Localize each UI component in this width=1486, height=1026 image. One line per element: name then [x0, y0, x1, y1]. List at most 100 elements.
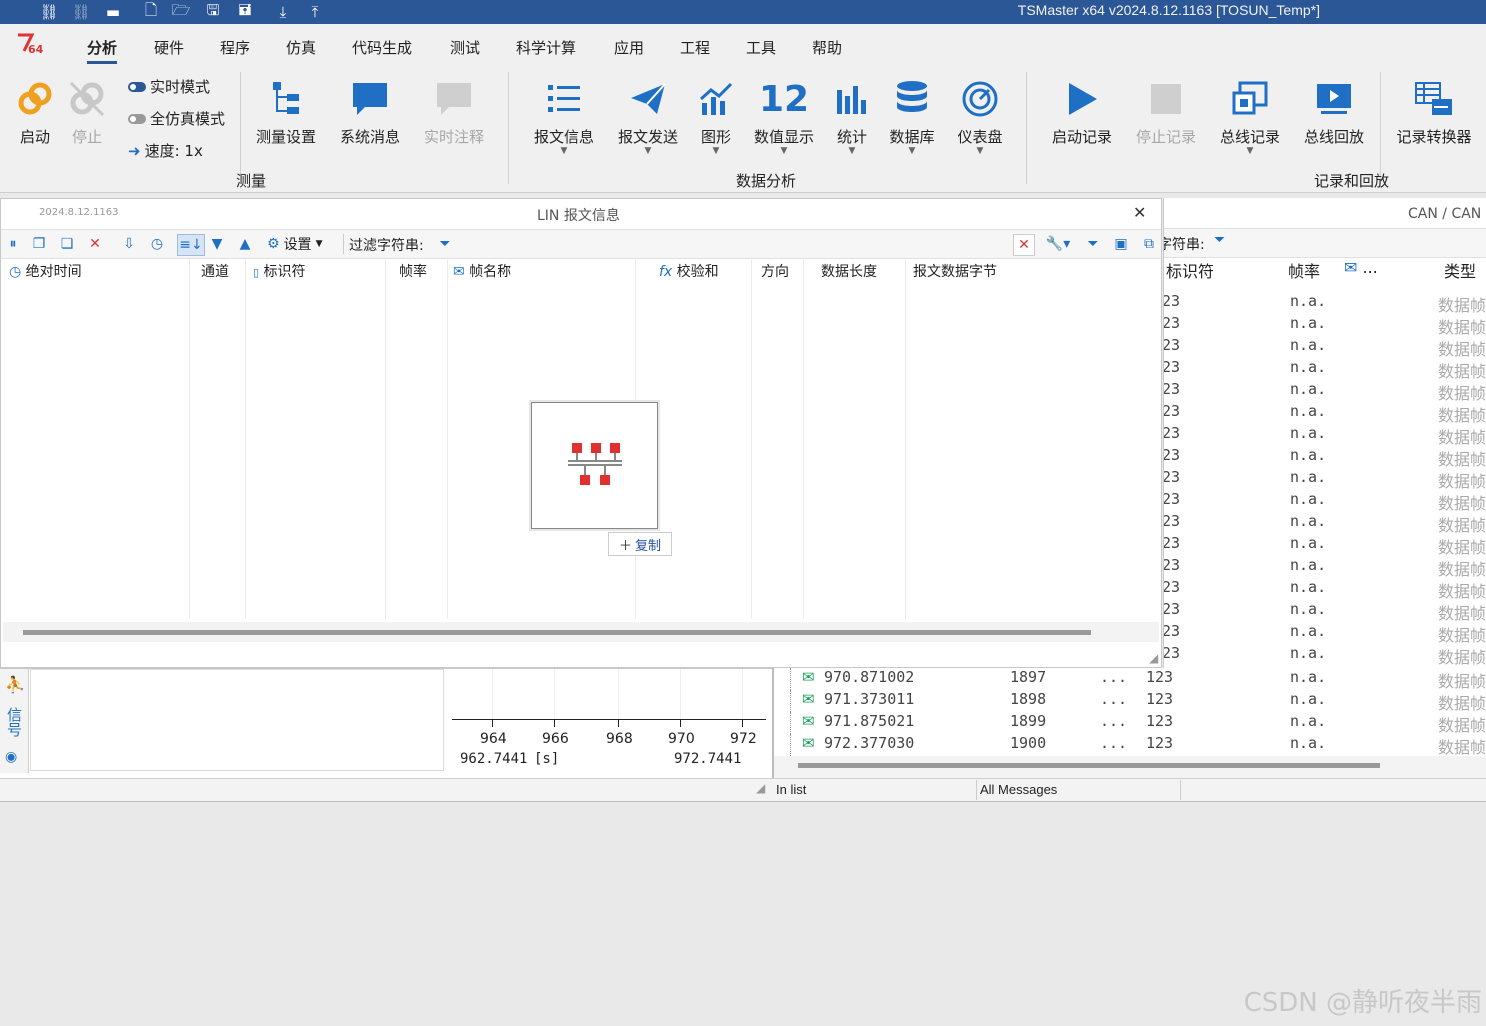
- col-identifier[interactable]: ▯ 标识符: [253, 261, 306, 281]
- filter-label: 过滤字符串:: [349, 238, 424, 254]
- clear-icon[interactable]: ✕: [85, 234, 105, 254]
- col-absolute-time[interactable]: ◷ 绝对时间: [9, 261, 82, 281]
- menu-analysis[interactable]: 分析: [87, 37, 118, 64]
- can-table-row[interactable]: ✉ 972.377030 1900... 123 n.a. 数据帧: [774, 734, 1486, 757]
- download-icon[interactable]: ⤓: [272, 1, 294, 23]
- signal-list[interactable]: [30, 669, 444, 771]
- message-info-button[interactable]: 报文信息 ▼: [530, 76, 598, 156]
- realtime-mode-option[interactable]: 实时模式: [128, 76, 210, 97]
- system-message-button[interactable]: 系统消息: [336, 76, 404, 147]
- signal-tab[interactable]: 信号: [4, 707, 25, 737]
- can-table-row[interactable]: ✉ 971.373011 1898... 123 n.a. 数据帧: [774, 690, 1486, 713]
- stop-button[interactable]: 停止: [66, 76, 108, 147]
- signal-person-icon[interactable]: ⛹: [5, 675, 25, 694]
- axis-tick-label: 964: [480, 731, 507, 747]
- database-button[interactable]: 数据库 ▼: [886, 76, 938, 156]
- can-col-frame-rate[interactable]: 帧率: [1288, 258, 1320, 282]
- clock-icon[interactable]: ◷: [147, 234, 167, 254]
- scroll-down-icon[interactable]: ▼: [207, 234, 227, 254]
- save-all-icon[interactable]: 🖬: [234, 1, 256, 23]
- graphics-button[interactable]: 图形 ▼: [696, 76, 736, 156]
- full-sim-mode-option[interactable]: 全仿真模式: [128, 108, 225, 129]
- can-cell-id: 23: [1163, 336, 1181, 354]
- new-file-icon[interactable]: 🗋: [140, 1, 162, 23]
- copy-doc-icon[interactable]: ❐: [29, 234, 49, 254]
- upload-icon[interactable]: ⤒: [304, 1, 326, 23]
- can-cell-id: 23: [1163, 446, 1181, 464]
- can-cell-rate: n.a.: [1290, 712, 1327, 730]
- dashboard-button[interactable]: 仪表盘 ▼: [954, 76, 1006, 156]
- lin-toolbar: ⏸ ❐ ❏ ✕ ⇩ ◷ ≡↓ ▼ ▲ ⚙ 设置 ▼ 过滤字符串: ⏷ ✕ 🔧▾ ⏷ …: [1, 229, 1161, 259]
- col-channel[interactable]: 通道: [201, 261, 229, 281]
- can-col-type[interactable]: 类型: [1444, 258, 1476, 282]
- line-chart-icon: [699, 82, 733, 115]
- copy-csv-icon[interactable]: ❏: [57, 234, 77, 254]
- can-table-row[interactable]: ✉ 971.875021 1899... 123 n.a. 数据帧: [774, 712, 1486, 735]
- speed-option[interactable]: ➜ 速度: 1x: [128, 140, 203, 161]
- record-converter-button[interactable]: 记录转换器: [1392, 76, 1476, 147]
- filter-icon[interactable]: ⏷: [435, 234, 455, 254]
- menu-codegen[interactable]: 代码生成: [352, 37, 412, 58]
- bus-record-button[interactable]: 总线记录 ▼: [1216, 76, 1284, 156]
- menu-simulation[interactable]: 仿真: [286, 37, 316, 58]
- can-col-identifier[interactable]: 标识符: [1166, 258, 1214, 282]
- can-cell-rate: n.a.: [1290, 644, 1327, 662]
- can-horizontal-scrollbar[interactable]: [774, 756, 1486, 778]
- scroll-up-icon[interactable]: ▲: [235, 234, 255, 254]
- col-frame-rate[interactable]: 帧率: [399, 261, 427, 281]
- menu-apps[interactable]: 应用: [614, 37, 644, 58]
- wrench-dropdown-icon[interactable]: 🔧▾: [1043, 234, 1073, 254]
- col-frame-name[interactable]: ✉ 帧名称: [453, 261, 511, 281]
- settings-button[interactable]: ⚙ 设置 ▼: [267, 234, 339, 254]
- message-send-button[interactable]: 报文发送 ▼: [614, 76, 682, 156]
- col-checksum[interactable]: fx 校验和: [659, 261, 719, 281]
- link-icon[interactable]: ⛓: [38, 1, 60, 23]
- can-table-row[interactable]: ✉ 970.871002 1897... 123 n.a. 数据帧: [774, 668, 1486, 691]
- statistics-button[interactable]: 统计 ▼: [832, 76, 872, 156]
- copy-tooltip-button[interactable]: ＋复制: [608, 532, 672, 556]
- can-cell-rate: n.a.: [1290, 556, 1327, 574]
- window-close-filter-icon[interactable]: ▣: [1111, 234, 1131, 254]
- funnel-icon[interactable]: ⏷: [1083, 234, 1103, 254]
- col-data-bytes[interactable]: 报文数据字节: [913, 261, 997, 281]
- menu-hardware[interactable]: 硬件: [154, 37, 184, 58]
- can-cell-type: 数据帧: [1438, 648, 1486, 667]
- measure-setup-button[interactable]: 测量设置: [252, 76, 320, 147]
- save-icon[interactable]: 🖫: [202, 1, 224, 23]
- group-label-measure: 测量: [236, 172, 267, 190]
- menu-program[interactable]: 程序: [220, 37, 250, 58]
- can-cell-id: 23: [1163, 644, 1181, 662]
- filter-input[interactable]: [459, 233, 1011, 255]
- start-record-button[interactable]: 启动记录: [1048, 76, 1116, 147]
- can-filter-icon[interactable]: ⏷: [1214, 232, 1225, 248]
- col-direction[interactable]: 方向: [761, 261, 789, 281]
- sort-mode-icon[interactable]: ≡↓: [177, 234, 205, 256]
- chat-icon[interactable]: ▬: [102, 1, 124, 23]
- play-icon: [1069, 83, 1097, 115]
- stop-record-button[interactable]: 停止记录: [1132, 76, 1200, 147]
- bus-replay-button[interactable]: 总线回放: [1300, 76, 1368, 147]
- pause-icon[interactable]: ⏸: [3, 234, 23, 254]
- resize-grip-icon[interactable]: ◢: [756, 781, 765, 795]
- unlink-icon[interactable]: ⛓: [70, 1, 92, 23]
- clear-filter-icon[interactable]: ✕: [1013, 234, 1035, 256]
- popout-icon[interactable]: ⧉: [1139, 234, 1159, 254]
- realtime-note-button[interactable]: 实时注释: [420, 76, 488, 147]
- app-logo[interactable]: 64: [16, 32, 46, 56]
- menu-project[interactable]: 工程: [680, 37, 710, 58]
- numeric-display-button[interactable]: 12 数值显示 ▼: [750, 76, 818, 156]
- menu-test[interactable]: 测试: [450, 37, 480, 58]
- close-icon[interactable]: ✕: [1133, 203, 1146, 222]
- can-col-frame-name[interactable]: ✉ ...: [1344, 258, 1378, 277]
- col-data-length[interactable]: 数据长度: [821, 261, 877, 281]
- open-folder-icon[interactable]: 🗁: [170, 1, 192, 23]
- start-button[interactable]: 启动: [14, 76, 56, 147]
- menu-help[interactable]: 帮助: [812, 37, 842, 58]
- menu-tools[interactable]: 工具: [746, 37, 776, 58]
- resize-grip-icon[interactable]: ◢: [1149, 651, 1158, 665]
- export-icon[interactable]: ⇩: [119, 234, 139, 254]
- horizontal-scrollbar[interactable]: [3, 622, 1159, 642]
- can-cell-type: 数据帧: [1438, 362, 1486, 381]
- menu-scientific[interactable]: 科学计算: [516, 37, 576, 58]
- broadcast-icon[interactable]: ◉: [5, 749, 17, 765]
